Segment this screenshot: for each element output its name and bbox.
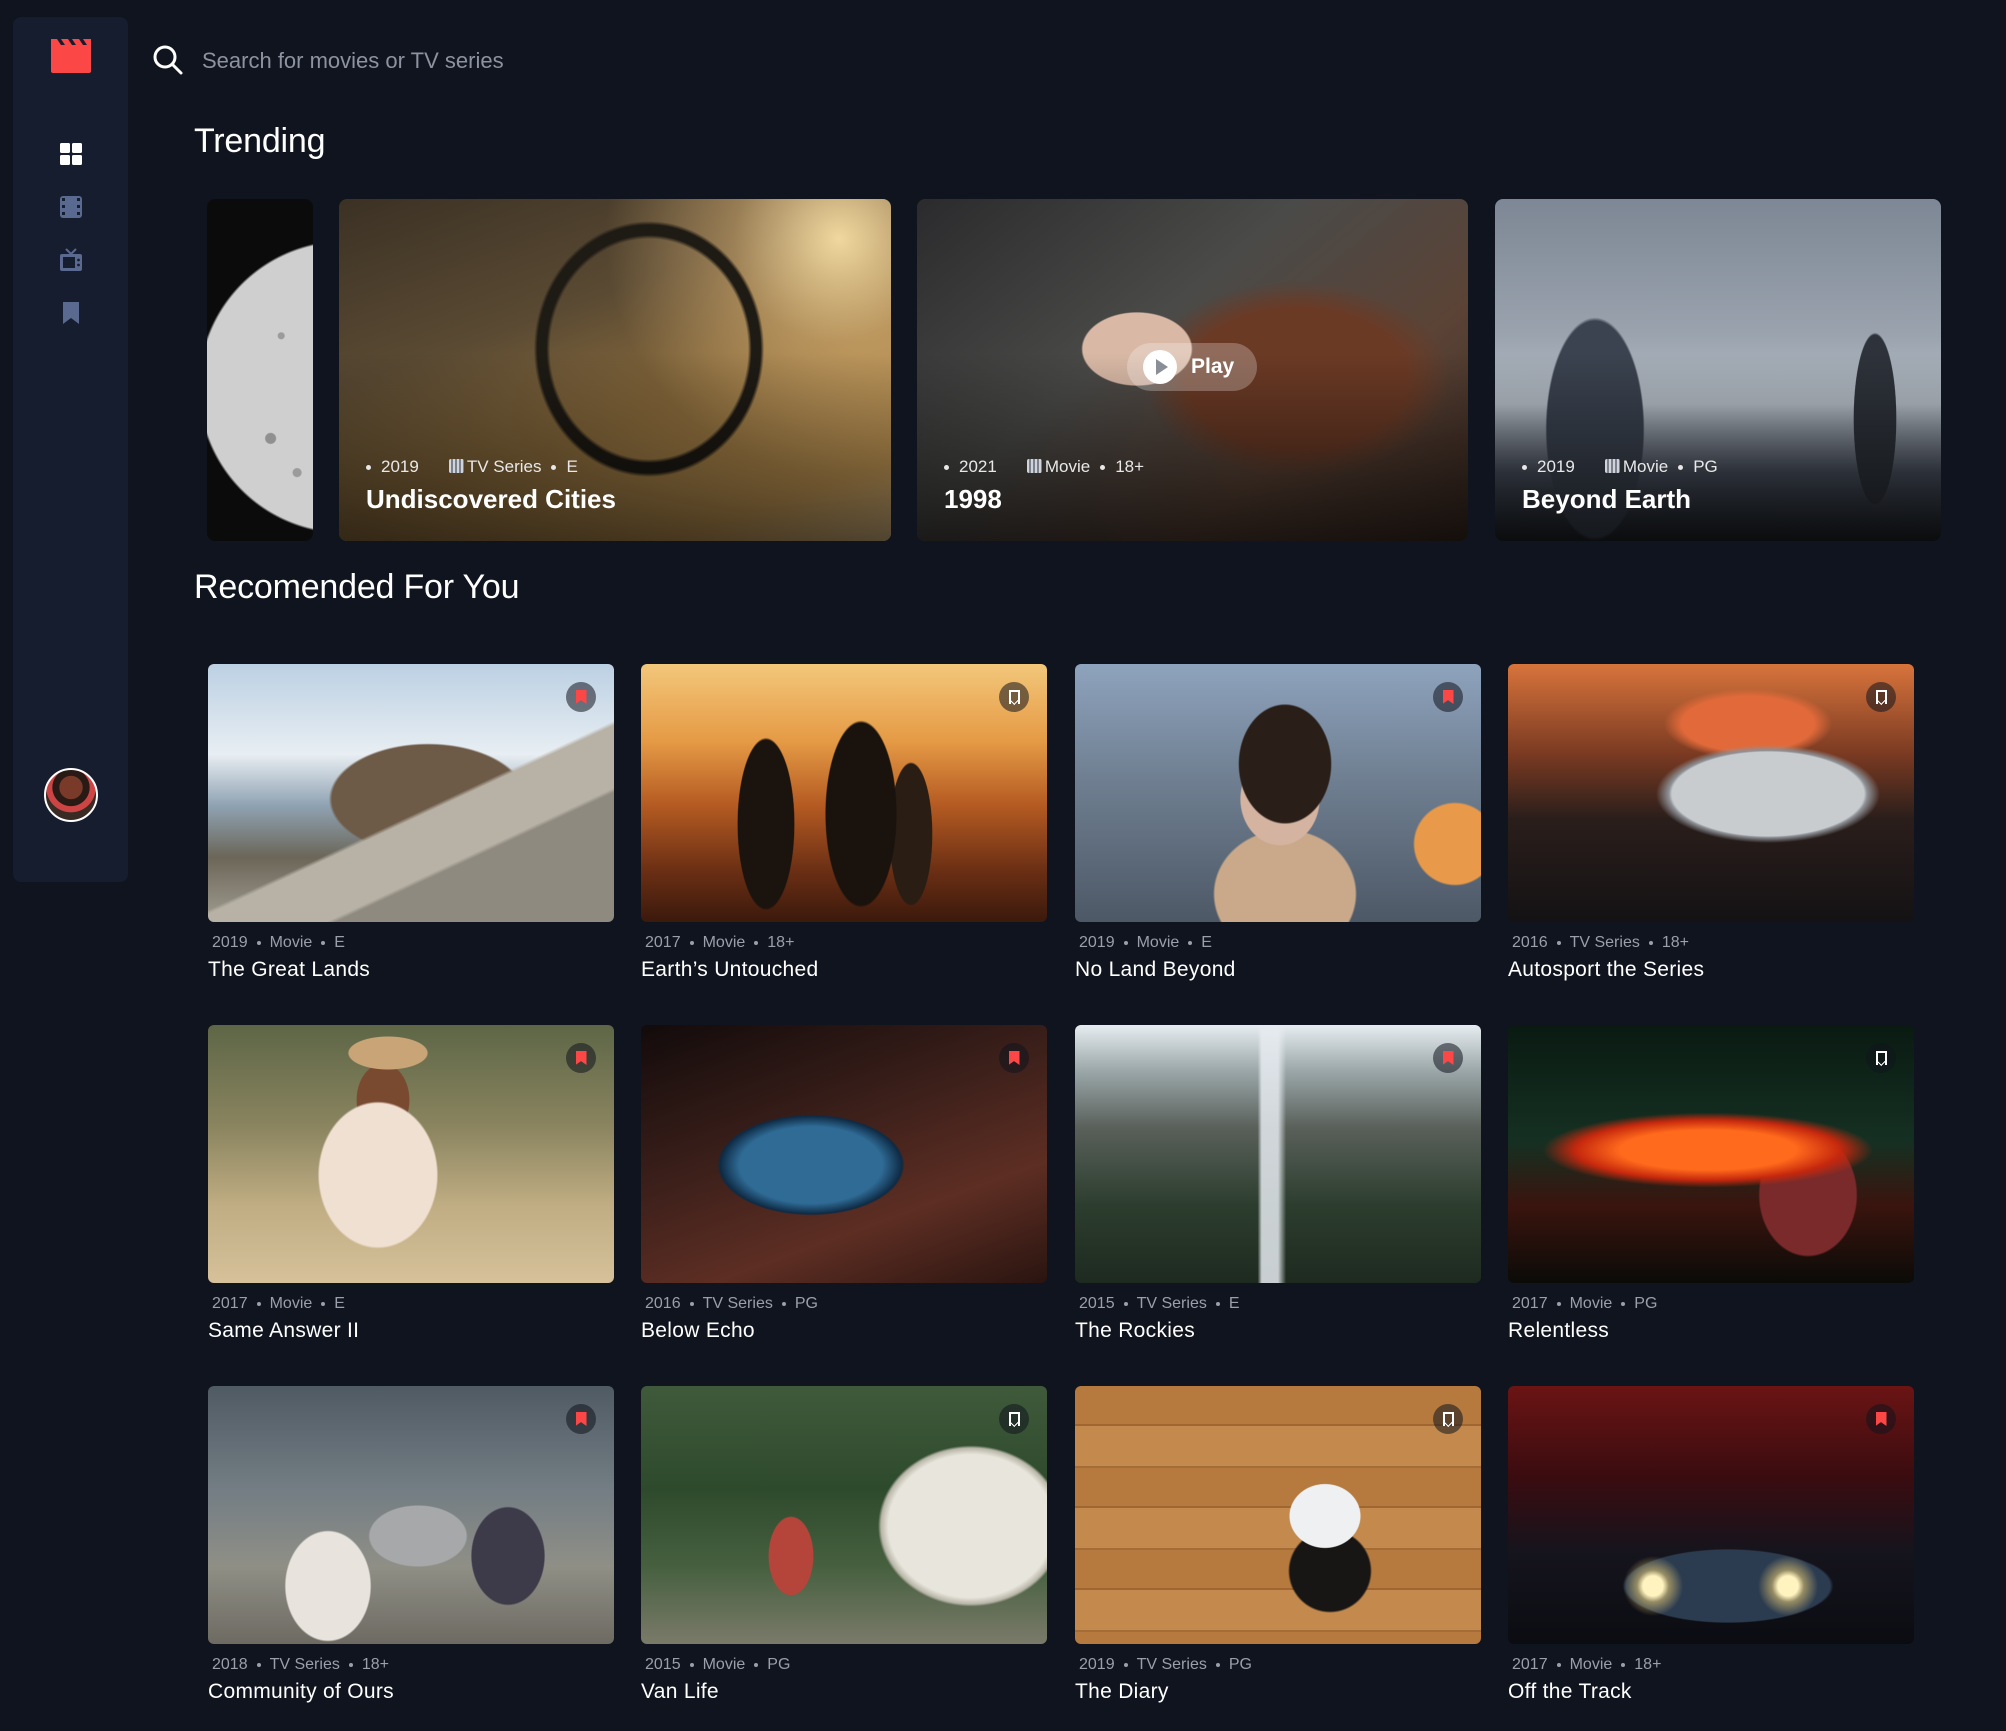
media-title: Earth’s Untouched [641,958,819,981]
media-title: Community of Ours [208,1680,394,1703]
bookmark-icon [1875,1051,1887,1066]
media-meta: 2017 Movie PG [1512,1295,1658,1312]
media-title: Same Answer II [208,1319,360,1342]
search-input[interactable] [200,40,1104,82]
recommended-heading: Recomended For You [194,568,520,606]
bookmark-button[interactable] [1433,1404,1463,1434]
media-card[interactable]: 2015 TV Series E The Rockies [1075,1025,1481,1343]
trending-meta: 2019 Movie PG [1522,457,1718,477]
media-meta: 2019 Movie E [212,934,345,951]
sidebar [13,17,128,882]
media-meta: 2015 TV Series E [1079,1295,1240,1312]
bookmark-button[interactable] [999,682,1029,712]
bookmark-button[interactable] [999,1404,1029,1434]
media-card[interactable]: 2015 Movie PG Van Life [641,1386,1047,1704]
media-title: Below Echo [641,1319,755,1342]
film-icon [448,459,464,473]
bookmark-icon [575,1412,587,1426]
clapperboard-icon[interactable] [51,39,91,73]
thumbnail [641,664,1047,922]
bookmark-button[interactable] [999,1043,1029,1073]
bookmark-icon [1442,1051,1454,1065]
thumbnail [641,1386,1047,1644]
bookmark-button[interactable] [1433,682,1463,712]
search-icon [152,44,184,76]
play-button[interactable]: Play [1127,343,1257,391]
media-card[interactable]: 2016 TV Series PG Below Echo [641,1025,1047,1343]
thumbnail [1075,1386,1481,1644]
media-card[interactable]: 2017 Movie E Same Answer II [208,1025,614,1343]
media-meta: 2016 TV Series 18+ [1512,934,1689,951]
media-meta: 2018 TV Series 18+ [212,1656,389,1673]
trending-heading: Trending [194,122,326,160]
media-meta: 2019 Movie E [1079,934,1212,951]
media-meta: 2017 Movie E [212,1295,345,1312]
trending-card-partial[interactable] [207,199,313,541]
media-title: No Land Beyond [1075,958,1236,981]
thumbnail [1075,1025,1481,1283]
bookmark-icon [575,1051,587,1065]
media-title: The Great Lands [208,958,371,981]
media-card[interactable]: 2019 Movie E The Great Lands [208,664,614,982]
media-card[interactable]: 2019 TV Series PG The Diary [1075,1386,1481,1704]
trending-title: Beyond Earth [1522,484,1692,514]
bookmark-button[interactable] [1433,1043,1463,1073]
trending-title: Undiscovered Cities [366,484,616,514]
nav-tv-series-tv-icon[interactable] [58,247,84,273]
media-title: Autosport the Series [1508,958,1705,981]
media-title: Relentless [1508,1319,1610,1342]
bookmark-button[interactable] [566,1404,596,1434]
media-card[interactable]: 2019 Movie E No Land Beyond [1075,664,1481,982]
bookmark-icon [1442,690,1454,704]
bookmark-button[interactable] [566,1043,596,1073]
media-meta: 2017 Movie 18+ [1512,1656,1662,1673]
thumbnail [1075,664,1481,922]
trending-card[interactable]: Play 2021 Movie 18+ 1998 [917,199,1468,541]
media-meta: 2017 Movie 18+ [645,934,795,951]
thumbnail [208,664,614,922]
media-title: The Diary [1075,1680,1169,1703]
bookmark-icon [1442,1412,1454,1427]
nav-home-grid-icon[interactable] [58,141,84,167]
media-card[interactable]: 2018 TV Series 18+ Community of Ours [208,1386,614,1704]
media-card[interactable]: 2016 TV Series 18+ Autosport the Series [1508,664,1914,982]
media-title: Van Life [641,1680,719,1703]
bookmark-icon [1875,690,1887,705]
thumbnail [641,1025,1047,1283]
media-card[interactable]: 2017 Movie PG Relentless [1508,1025,1914,1343]
thumbnail [1508,664,1914,922]
media-card[interactable]: 2017 Movie 18+ Earth’s Untouched [641,664,1047,982]
bookmark-button[interactable] [1866,682,1896,712]
media-title: Off the Track [1508,1680,1632,1703]
bookmark-icon [1008,690,1020,705]
trending-title: 1998 [944,484,1002,514]
trending-meta: 2021 Movie 18+ [944,457,1144,477]
media-meta: 2019 TV Series PG [1079,1656,1252,1673]
bookmark-icon [1875,1412,1887,1426]
media-title: The Rockies [1075,1319,1196,1342]
film-icon [1026,459,1042,473]
trending-card[interactable]: 2019 TV Series E Undiscovered Cities [339,199,891,541]
bookmark-button[interactable] [566,682,596,712]
thumbnail [1508,1025,1914,1283]
trending-card[interactable]: 2019 Movie PG Beyond Earth [1495,199,1941,541]
trending-meta: 2019 TV Series E [366,457,578,477]
media-card[interactable]: 2017 Movie 18+ Off the Track [1508,1386,1914,1704]
play-icon [1143,350,1177,384]
bookmark-button[interactable] [1866,1043,1896,1073]
bookmark-icon [1008,1412,1020,1427]
thumbnail [1508,1386,1914,1644]
bookmark-button[interactable] [1866,1404,1896,1434]
media-meta: 2016 TV Series PG [645,1295,818,1312]
nav-movies-film-icon[interactable] [58,194,84,220]
bookmark-icon [1008,1051,1020,1065]
nav-bookmarks-bookmark-icon[interactable] [58,300,84,326]
bookmark-icon [575,690,587,704]
user-avatar[interactable] [44,768,98,822]
film-icon [1604,459,1620,473]
thumbnail [208,1386,614,1644]
thumbnail [208,1025,614,1283]
media-meta: 2015 Movie PG [645,1656,791,1673]
